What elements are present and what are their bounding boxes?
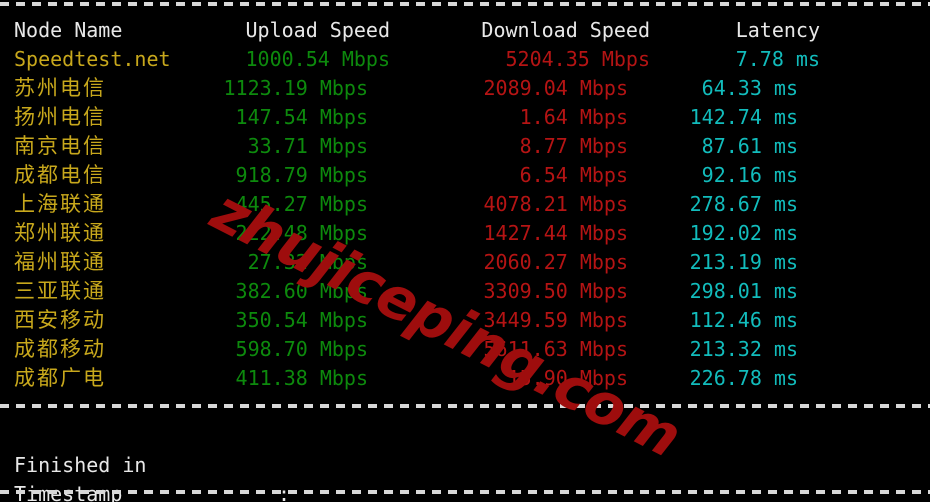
table-row: 苏州电信 1123.19 Mbps 2089.04 Mbps 64.33 ms <box>0 74 930 103</box>
cell-upload-speed: 382.60 Mbps <box>235 279 368 303</box>
separator-rule-top <box>0 2 930 6</box>
cell-download-speed: 1.64 Mbps <box>519 105 628 129</box>
cell-download-speed: 6.54 Mbps <box>519 163 628 187</box>
cell-latency: 87.61 ms <box>701 134 798 158</box>
column-header-latency: Latency <box>735 18 820 42</box>
cell-upload-speed: 411.38 Mbps <box>235 366 368 390</box>
table-row: 成都广电 411.38 Mbps 15.90 Mbps 226.78 ms <box>0 364 930 393</box>
cell-latency: 226.78 ms <box>689 366 798 390</box>
cell-upload-speed: 33.71 Mbps <box>247 134 368 158</box>
cell-upload-speed: 1123.19 Mbps <box>223 76 369 100</box>
cell-download-speed: 4078.21 Mbps <box>483 192 629 216</box>
table-header-row: Node Name Upload Speed Download Speed La… <box>0 16 930 45</box>
cell-latency: 112.46 ms <box>689 308 798 332</box>
footer-row-timestamp: Timestamp : 2024-01-20 22:34:07 UTC <box>0 451 930 502</box>
terminal-window: Node Name Upload Speed Download Speed La… <box>0 0 930 502</box>
cell-download-speed: 2060.27 Mbps <box>483 250 629 274</box>
cell-latency: 64.33 ms <box>701 76 798 100</box>
cell-latency: 142.74 ms <box>689 105 798 129</box>
cell-upload-speed: 1000.54 Mbps <box>245 47 391 71</box>
cell-download-speed: 15.90 Mbps <box>507 366 628 390</box>
cell-latency: 7.78 ms <box>735 47 820 71</box>
table-row: 成都移动 598.70 Mbps 5611.63 Mbps 213.32 ms <box>0 335 930 364</box>
cell-upload-speed: 598.70 Mbps <box>235 337 368 361</box>
table-row: 三亚联通 382.60 Mbps 3309.50 Mbps 298.01 ms <box>0 277 930 306</box>
cell-upload-speed: 445.27 Mbps <box>235 192 368 216</box>
cell-upload-speed: 222.48 Mbps <box>235 221 368 245</box>
table-row: 上海联通 445.27 Mbps 4078.21 Mbps 278.67 ms <box>0 190 930 219</box>
cell-download-speed: 3449.59 Mbps <box>483 308 629 332</box>
cell-download-speed: 8.77 Mbps <box>519 134 628 158</box>
table-row: 扬州电信 147.54 Mbps 1.64 Mbps 142.74 ms <box>0 103 930 132</box>
column-header-upload-speed: Upload Speed <box>245 18 391 42</box>
cell-download-speed: 5204.35 Mbps <box>505 47 651 71</box>
cell-upload-speed: 918.79 Mbps <box>235 163 368 187</box>
cell-download-speed: 3309.50 Mbps <box>483 279 629 303</box>
cell-upload-speed: 27.32 Mbps <box>247 250 368 274</box>
cell-latency: 278.67 ms <box>689 192 798 216</box>
separator-rule-bottom <box>0 490 930 494</box>
table-row: 南京电信 33.71 Mbps 8.77 Mbps 87.61 ms <box>0 132 930 161</box>
cell-latency: 298.01 ms <box>689 279 798 303</box>
cell-latency: 213.19 ms <box>689 250 798 274</box>
cell-latency: 92.16 ms <box>701 163 798 187</box>
table-row: 西安移动 350.54 Mbps 3449.59 Mbps 112.46 ms <box>0 306 930 335</box>
table-row: Speedtest.net 1000.54 Mbps 5204.35 Mbps 7.7… <box>0 45 930 74</box>
separator-rule-middle <box>0 404 930 408</box>
cell-upload-speed: 350.54 Mbps <box>235 308 368 332</box>
table-row: 郑州联通 222.48 Mbps 1427.44 Mbps 192.02 ms <box>0 219 930 248</box>
table-row: 成都电信 918.79 Mbps 6.54 Mbps 92.16 ms <box>0 161 930 190</box>
footer-row-finished: Finished in : 7 min 18 sec <box>0 422 930 502</box>
cell-latency: 192.02 ms <box>689 221 798 245</box>
table-row: 福州联通 27.32 Mbps 2060.27 Mbps 213.19 ms <box>0 248 930 277</box>
cell-download-speed: 1427.44 Mbps <box>483 221 629 245</box>
cell-download-speed: 2089.04 Mbps <box>483 76 629 100</box>
column-header-download-speed: Download Speed <box>481 18 650 42</box>
cell-download-speed: 5611.63 Mbps <box>483 337 629 361</box>
cell-latency: 213.32 ms <box>689 337 798 361</box>
cell-upload-speed: 147.54 Mbps <box>235 105 368 129</box>
